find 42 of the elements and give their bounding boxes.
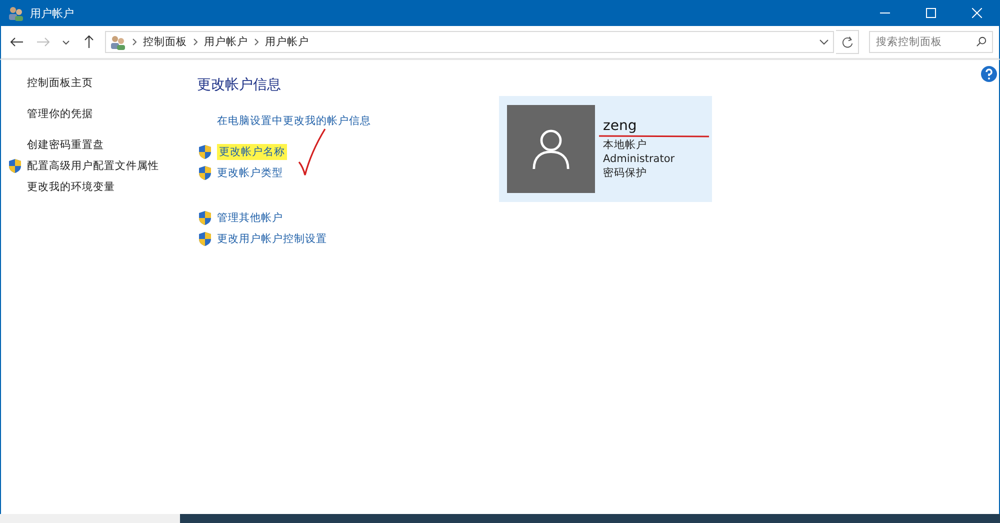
account-detail: Administrator (603, 152, 676, 166)
account-detail: 密码保护 (603, 166, 648, 180)
breadcrumb-item[interactable]: 用户帐户 (265, 35, 309, 49)
check-mark-drawing (297, 127, 327, 177)
dropdown-icon[interactable] (819, 39, 829, 45)
search-field[interactable]: 搜索控制面板 (869, 31, 993, 53)
sidebar-link[interactable]: 管理你的凭据 (27, 106, 93, 120)
link[interactable]: 更改帐户名称 (217, 144, 287, 160)
shield-icon (197, 164, 213, 180)
chevron-icon (193, 38, 198, 46)
link[interactable]: 更改用户帐户控制设置 (217, 232, 327, 246)
link[interactable]: 管理其他帐户 (217, 210, 283, 224)
sidebar-link[interactable]: 创建密码重置盘 (27, 138, 104, 152)
users-icon (110, 34, 126, 50)
caret-icon[interactable] (62, 40, 70, 44)
search-icon (976, 36, 987, 47)
close-icon[interactable] (972, 8, 982, 18)
account-detail: 本地帐户 (603, 138, 648, 152)
shield-icon (197, 230, 213, 246)
account-name: zeng (603, 118, 638, 134)
up-arrow-icon[interactable] (84, 35, 94, 49)
link[interactable]: 更改帐户类型 (217, 166, 283, 180)
sidebar-link[interactable]: 更改我的环境变量 (27, 180, 115, 194)
users-icon (8, 5, 24, 21)
address-bar[interactable]: 控制面板 用户帐户 用户帐户 (105, 31, 834, 53)
chevron-icon (132, 38, 137, 46)
back-arrow-icon[interactable] (10, 37, 24, 47)
sidebar-link[interactable]: 控制面板主页 (27, 76, 93, 90)
link[interactable]: 在电脑设置中更改我的帐户信息 (217, 114, 371, 128)
help-icon[interactable] (981, 66, 997, 82)
section-heading: 更改帐户信息 (197, 76, 282, 95)
window-title: 用户帐户 (30, 6, 74, 20)
breadcrumb-item[interactable]: 控制面板 (143, 35, 187, 49)
maximize-icon[interactable] (926, 8, 936, 18)
chevron-icon (254, 38, 259, 46)
shield-icon (7, 158, 23, 174)
shield-icon (197, 210, 213, 226)
refresh-icon[interactable] (840, 36, 854, 48)
avatar-icon (507, 105, 595, 193)
breadcrumb-item[interactable]: 用户帐户 (204, 35, 248, 49)
sidebar-link[interactable]: 配置高级用户配置文件属性 (27, 158, 159, 172)
shield-icon (197, 144, 213, 160)
